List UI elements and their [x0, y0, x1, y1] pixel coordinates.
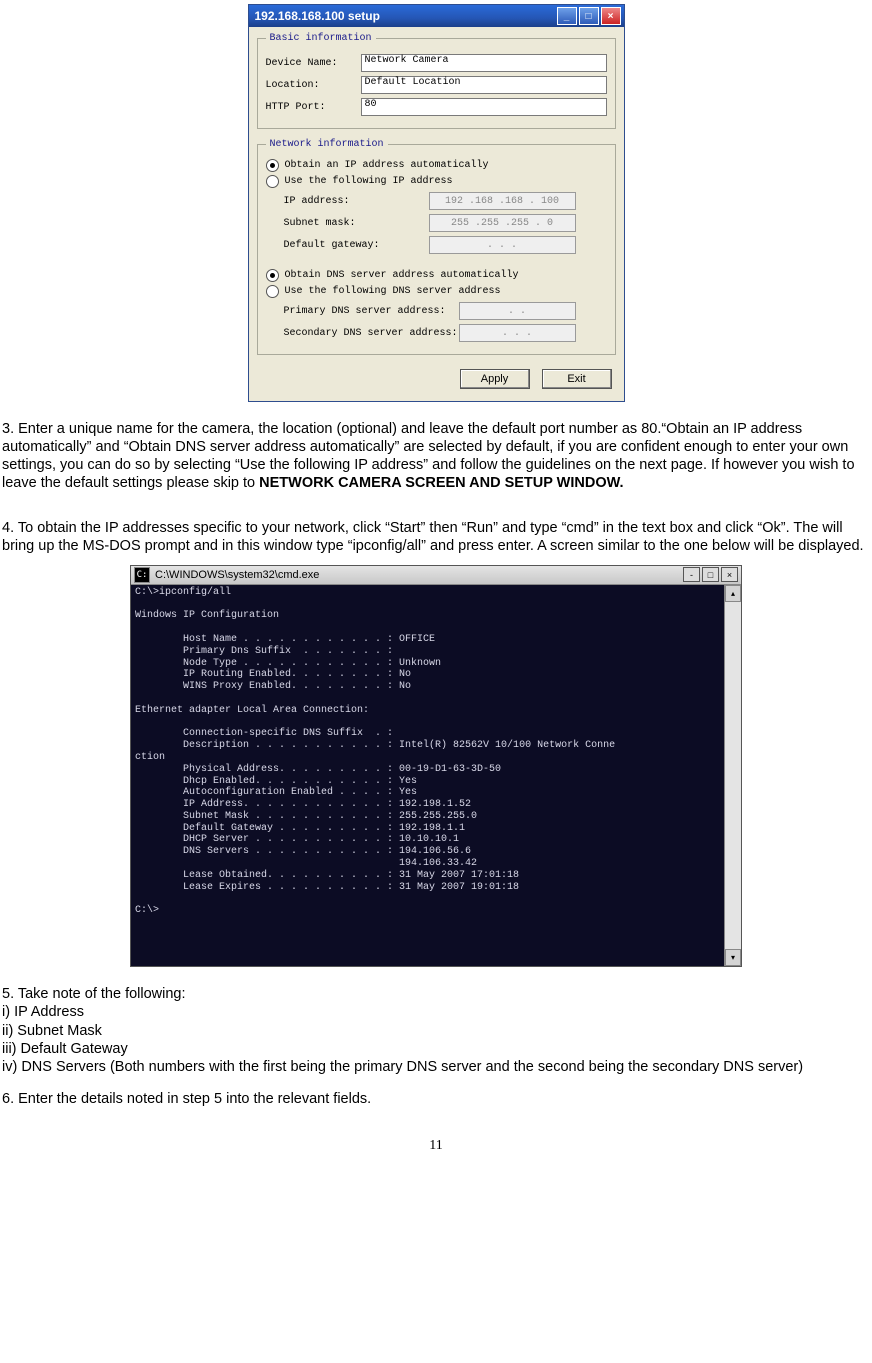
window-title: 192.168.168.100 setup [255, 9, 555, 23]
paragraph-5-head: 5. Take note of the following: [2, 985, 870, 1003]
exit-button[interactable]: Exit [542, 369, 612, 389]
scroll-up-icon[interactable]: ▴ [725, 585, 741, 602]
paragraph-3: 3. Enter a unique name for the camera, t… [0, 420, 872, 493]
radio-dot-icon [266, 269, 279, 282]
ip-address-label: IP address: [284, 196, 429, 207]
page-number: 11 [0, 1138, 872, 1154]
minimize-icon[interactable]: - [683, 567, 700, 582]
location-input[interactable]: Default Location [361, 76, 607, 94]
maximize-icon[interactable]: □ [579, 7, 599, 25]
basic-info-legend: Basic information [266, 33, 376, 44]
paragraph-6: 6. Enter the details noted in step 5 int… [0, 1090, 872, 1108]
subnet-mask-input[interactable]: 255 .255 .255 . 0 [429, 214, 576, 232]
gateway-input[interactable]: . . . [429, 236, 576, 254]
radio-dot-icon [266, 159, 279, 172]
device-name-input[interactable]: Network Camera [361, 54, 607, 72]
paragraph-5-i: i) IP Address [2, 1003, 870, 1021]
secondary-dns-input[interactable]: . . . [459, 324, 576, 342]
paragraph-5-iv: iv) DNS Servers (Both numbers with the f… [2, 1058, 870, 1076]
scroll-down-icon[interactable]: ▾ [725, 949, 741, 966]
cmd-window-title: C:\WINDOWS\system32\cmd.exe [155, 569, 681, 581]
cmd-output: C:\>ipconfig/all Windows IP Configuratio… [131, 585, 724, 967]
network-info-group: Network information Obtain an IP address… [257, 139, 616, 355]
secondary-dns-label: Secondary DNS server address: [284, 328, 459, 339]
http-port-input[interactable]: 80 [361, 98, 607, 116]
radio-static-ip[interactable]: Use the following IP address [266, 175, 607, 188]
paragraph-5-ii: ii) Subnet Mask [2, 1022, 870, 1040]
close-icon[interactable]: × [721, 567, 738, 582]
paragraph-3-bold: NETWORK CAMERA SCREEN AND SETUP WINDOW. [259, 475, 623, 491]
cmd-app-icon: C: [134, 567, 150, 583]
maximize-icon[interactable]: □ [702, 567, 719, 582]
minimize-icon[interactable]: _ [557, 7, 577, 25]
radio-static-dns-label: Use the following DNS server address [285, 286, 501, 297]
radio-dot-icon [266, 175, 279, 188]
radio-static-dns[interactable]: Use the following DNS server address [266, 285, 607, 298]
http-port-label: HTTP Port: [266, 102, 361, 113]
gateway-label: Default gateway: [284, 240, 429, 251]
radio-auto-ip-label: Obtain an IP address automatically [285, 160, 489, 171]
close-icon[interactable]: × [601, 7, 621, 25]
basic-info-group: Basic information Device Name: Network C… [257, 33, 616, 129]
apply-button[interactable]: Apply [460, 369, 530, 389]
primary-dns-input[interactable]: . . [459, 302, 576, 320]
radio-static-ip-label: Use the following IP address [285, 176, 453, 187]
dialog-body: Basic information Device Name: Network C… [249, 27, 624, 401]
primary-dns-label: Primary DNS server address: [284, 306, 459, 317]
radio-dot-icon [266, 285, 279, 298]
radio-auto-dns-label: Obtain DNS server address automatically [285, 270, 519, 281]
setup-dialog: 192.168.168.100 setup _ □ × Basic inform… [248, 4, 625, 402]
network-info-legend: Network information [266, 139, 388, 150]
device-name-label: Device Name: [266, 58, 361, 69]
radio-auto-ip[interactable]: Obtain an IP address automatically [266, 159, 607, 172]
subnet-mask-label: Subnet mask: [284, 218, 429, 229]
paragraph-5: 5. Take note of the following: i) IP Add… [0, 985, 872, 1076]
radio-auto-dns[interactable]: Obtain DNS server address automatically [266, 269, 607, 282]
cmd-window: C: C:\WINDOWS\system32\cmd.exe - □ × C:\… [130, 565, 742, 968]
cmd-scrollbar[interactable]: ▴ ▾ [724, 585, 741, 967]
paragraph-5-iii: iii) Default Gateway [2, 1040, 870, 1058]
ip-address-input[interactable]: 192 .168 .168 . 100 [429, 192, 576, 210]
location-label: Location: [266, 80, 361, 91]
setup-titlebar[interactable]: 192.168.168.100 setup _ □ × [249, 5, 624, 27]
paragraph-4: 4. To obtain the IP addresses specific t… [0, 519, 872, 555]
cmd-titlebar[interactable]: C: C:\WINDOWS\system32\cmd.exe - □ × [131, 566, 741, 585]
